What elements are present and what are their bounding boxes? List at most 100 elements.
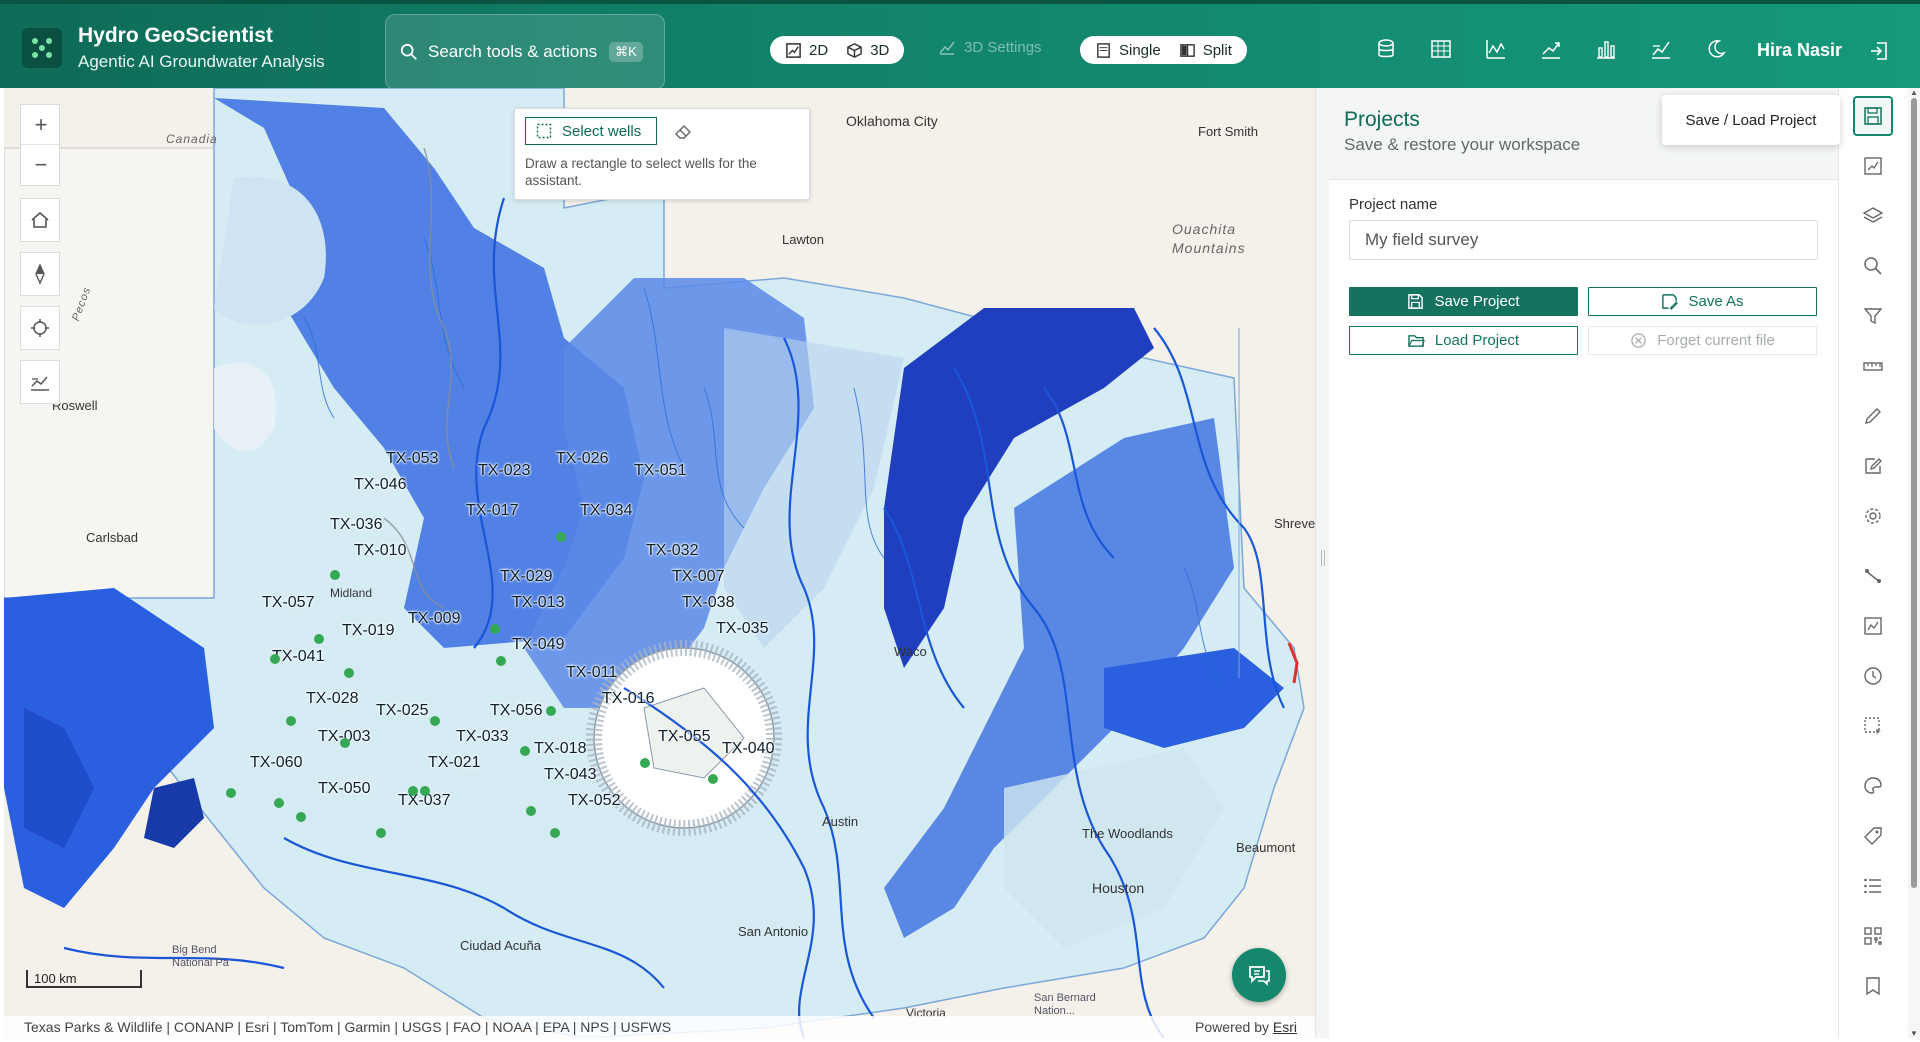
load-project-button[interactable]: Load Project [1349, 326, 1578, 355]
well-label[interactable]: TX-023 [478, 462, 530, 480]
edit-note-tool[interactable] [1853, 446, 1893, 486]
locate-button[interactable] [20, 306, 60, 350]
well-marker[interactable] [226, 788, 236, 798]
well-label[interactable]: TX-049 [512, 636, 564, 654]
logout-icon[interactable] [1868, 40, 1890, 62]
well-marker[interactable] [556, 532, 566, 542]
project-name-input[interactable]: My field survey [1349, 220, 1818, 260]
save-as-button[interactable]: Save As [1588, 287, 1817, 316]
select-wells-button[interactable]: Select wells [525, 117, 657, 145]
chart-frame-tool[interactable] [1853, 606, 1893, 646]
well-marker[interactable] [330, 570, 340, 580]
well-marker[interactable] [376, 828, 386, 838]
bar-chart-icon[interactable] [1595, 38, 1617, 60]
well-marker[interactable] [708, 774, 718, 784]
search-tool[interactable] [1853, 246, 1893, 286]
profile-line-tool[interactable] [1853, 556, 1893, 596]
zoom-out-button[interactable]: − [21, 145, 61, 185]
list-tool[interactable] [1853, 866, 1893, 906]
well-label[interactable]: TX-050 [318, 780, 370, 798]
well-marker[interactable] [640, 758, 650, 768]
eraser-icon[interactable] [673, 121, 693, 141]
map-draw-tool[interactable] [1853, 146, 1893, 186]
palette-tool[interactable] [1853, 766, 1893, 806]
well-marker[interactable] [274, 798, 284, 808]
well-label[interactable]: TX-010 [354, 542, 406, 560]
table-icon[interactable] [1430, 38, 1452, 60]
user-name[interactable]: Hira Nasir [1757, 40, 1842, 61]
settings-3d-button[interactable]: 3D Settings [938, 38, 1042, 56]
well-label[interactable]: TX-032 [646, 542, 698, 560]
well-marker[interactable] [430, 716, 440, 726]
scatter-chart-icon[interactable] [1650, 38, 1672, 60]
view-2d-button[interactable]: 2D [776, 36, 837, 64]
map-view[interactable]: Oklahoma City Fort Smith Lawton Ouachita… [4, 88, 1315, 1038]
settings-tool[interactable] [1853, 496, 1893, 536]
view-3d-button[interactable]: 3D [837, 36, 898, 64]
well-marker[interactable] [520, 746, 530, 756]
forget-file-button[interactable]: Forget current file [1588, 326, 1817, 355]
well-marker[interactable] [420, 786, 430, 796]
assistant-chat-button[interactable] [1232, 948, 1286, 1002]
scroll-down-arrow-icon[interactable]: ▼ [1910, 1029, 1918, 1038]
well-label[interactable]: TX-056 [490, 702, 542, 720]
pencil-tool[interactable] [1853, 396, 1893, 436]
scrollbar-thumb[interactable] [1911, 98, 1917, 888]
well-marker[interactable] [496, 656, 506, 666]
well-marker[interactable] [490, 624, 500, 634]
well-marker[interactable] [546, 706, 556, 716]
well-label[interactable]: TX-051 [634, 462, 686, 480]
trend-chart-icon[interactable] [1540, 38, 1562, 60]
well-label[interactable]: TX-060 [250, 754, 302, 772]
app-logo-icon[interactable] [22, 28, 62, 68]
well-label[interactable]: TX-036 [330, 516, 382, 534]
well-label[interactable]: TX-017 [466, 502, 518, 520]
well-label[interactable]: TX-029 [500, 568, 552, 586]
layers-tool[interactable] [1853, 196, 1893, 236]
zoom-in-button[interactable]: + [21, 105, 61, 145]
well-marker[interactable] [344, 668, 354, 678]
well-label[interactable]: TX-019 [342, 622, 394, 640]
well-label[interactable]: TX-043 [544, 766, 596, 784]
panel-resize-handle[interactable] [1315, 88, 1329, 1038]
save-load-project-tool[interactable] [1853, 96, 1893, 136]
well-label[interactable]: TX-046 [354, 476, 406, 494]
well-marker[interactable] [296, 812, 306, 822]
moon-icon[interactable] [1705, 38, 1727, 60]
well-marker[interactable] [526, 806, 536, 816]
line-chart-icon[interactable] [1485, 38, 1507, 60]
well-label[interactable]: TX-040 [722, 740, 774, 758]
well-label[interactable]: TX-025 [376, 702, 428, 720]
bookmark-tool[interactable] [1853, 966, 1893, 1006]
filter-tool[interactable] [1853, 296, 1893, 336]
scroll-up-arrow-icon[interactable]: ▲ [1910, 88, 1918, 97]
label-tool[interactable] [1853, 816, 1893, 856]
history-tool[interactable] [1853, 656, 1893, 696]
well-label[interactable]: TX-028 [306, 690, 358, 708]
qr-grid-tool[interactable] [1853, 916, 1893, 956]
well-marker[interactable] [314, 634, 324, 644]
well-label[interactable]: TX-026 [556, 450, 608, 468]
well-label[interactable]: TX-053 [386, 450, 438, 468]
elevation-profile-button[interactable] [20, 360, 60, 404]
measure-tool[interactable] [1853, 346, 1893, 386]
well-label[interactable]: TX-038 [682, 594, 734, 612]
well-label[interactable]: TX-013 [512, 594, 564, 612]
layout-split-button[interactable]: Split [1170, 36, 1241, 64]
well-marker[interactable] [408, 786, 418, 796]
panel-scrollbar[interactable]: ▲ ▼ [1908, 88, 1920, 1038]
well-marker[interactable] [550, 828, 560, 838]
select-area-tool[interactable] [1853, 706, 1893, 746]
well-label[interactable]: TX-034 [580, 502, 632, 520]
well-label[interactable]: TX-033 [456, 728, 508, 746]
well-label[interactable]: TX-021 [428, 754, 480, 772]
search-tools-input[interactable]: Search tools & actions ⌘K [385, 14, 665, 90]
save-project-button[interactable]: Save Project [1349, 287, 1578, 316]
well-marker[interactable] [340, 738, 350, 748]
well-marker[interactable] [286, 716, 296, 726]
well-label[interactable]: TX-007 [672, 568, 724, 586]
layout-single-button[interactable]: Single [1086, 36, 1170, 64]
esri-link[interactable]: Esri [1273, 1019, 1297, 1035]
compass-button[interactable] [20, 252, 60, 296]
well-label[interactable]: TX-009 [408, 610, 460, 628]
